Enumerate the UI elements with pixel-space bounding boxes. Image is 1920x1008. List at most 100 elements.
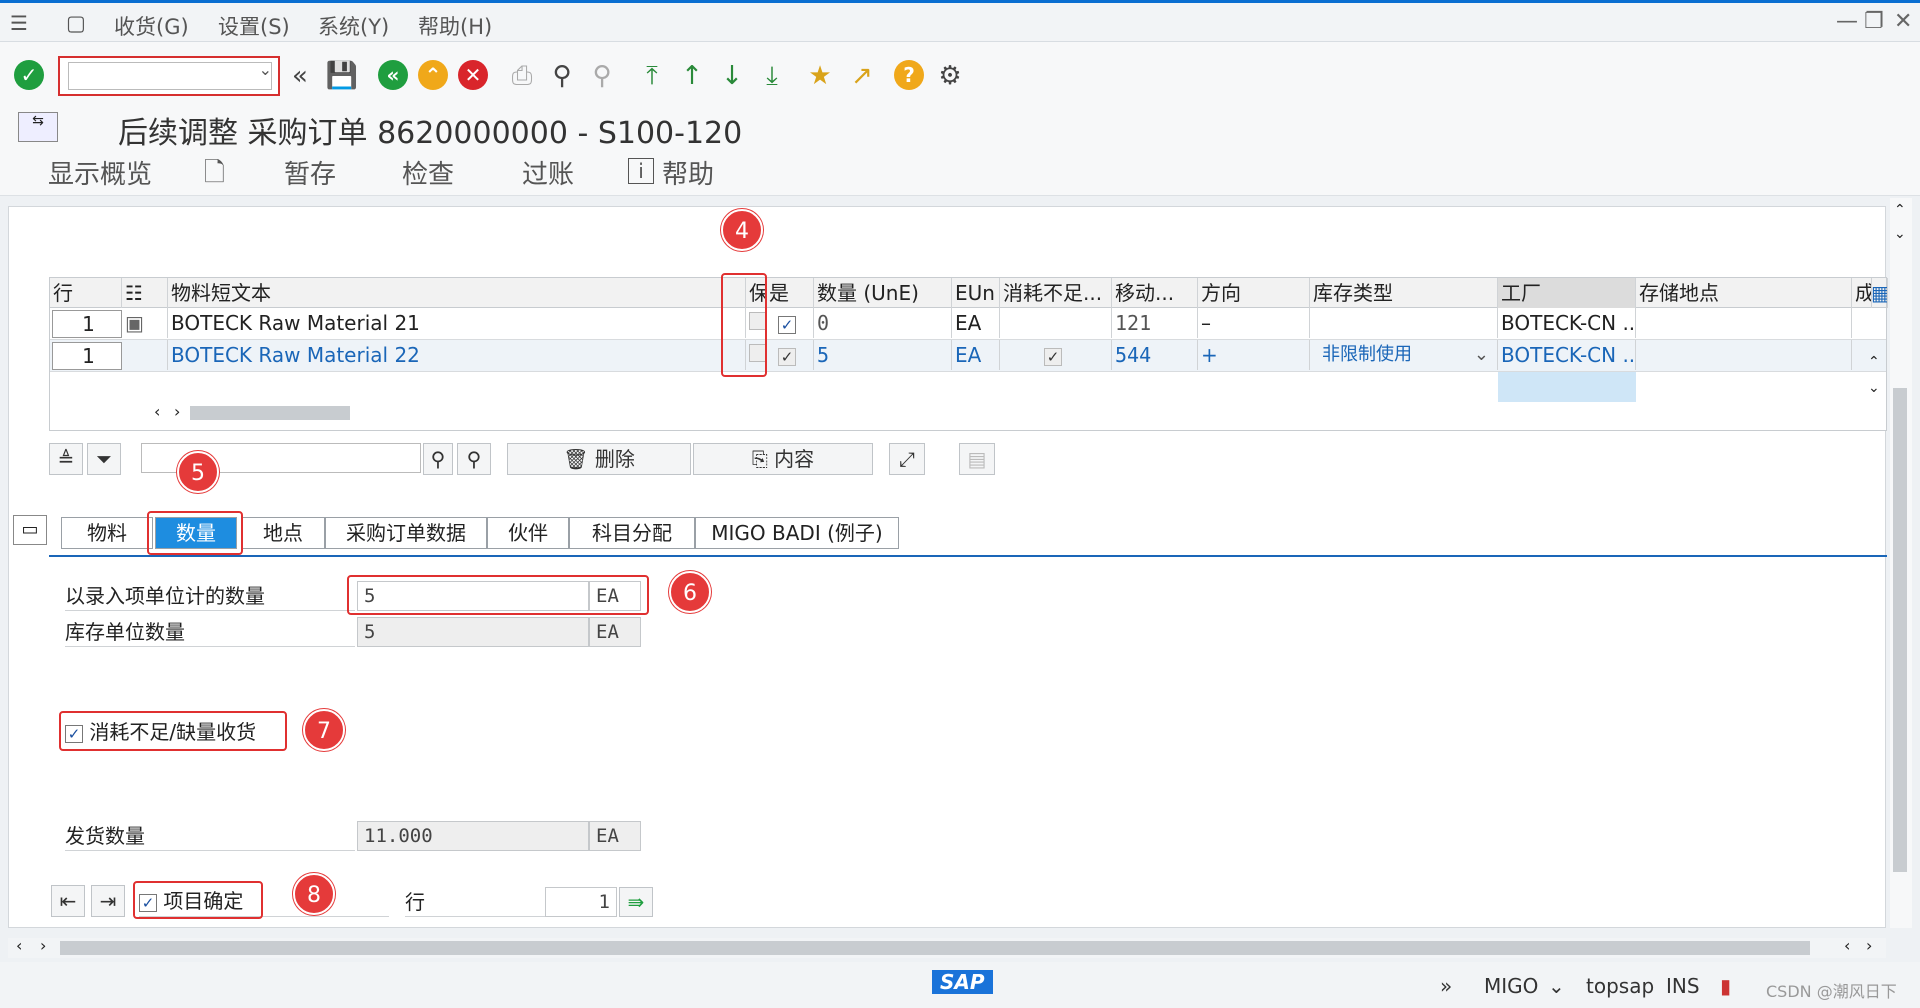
info-icon[interactable]: i (628, 158, 654, 184)
hierarchy-icon[interactable]: ⇆ (18, 112, 58, 142)
cancel-icon[interactable]: ✕ (458, 60, 488, 90)
line-input[interactable]: 1 (545, 887, 617, 917)
next-item-icon[interactable]: ⇥ (91, 885, 125, 917)
command-field[interactable]: ⌄ (58, 56, 280, 96)
menu-system[interactable]: 系统(Y) (318, 11, 389, 41)
post-button[interactable]: 过账 (522, 154, 574, 191)
help-icon[interactable]: ? (894, 60, 924, 90)
scroll-up-icon[interactable]: ⌃ (1868, 354, 1880, 370)
fullscreen-icon[interactable]: ⤢ (889, 443, 925, 475)
last-page-icon[interactable]: ⤓ (756, 60, 788, 92)
create-session-icon[interactable]: ★ (804, 60, 836, 92)
exit-icon[interactable]: ⌃ (418, 60, 448, 90)
chevron-down-icon[interactable]: ⌄ (1548, 974, 1565, 998)
hold-button[interactable]: 暂存 (284, 154, 336, 191)
row-movement: 121 (1112, 308, 1198, 338)
print-icon[interactable]: ⎙ (506, 60, 538, 92)
contents-button[interactable]: ⎘ 内容 (693, 443, 873, 475)
delete-button[interactable]: 🗑 删除 (507, 443, 691, 475)
find-next-icon[interactable]: ⚲ (586, 60, 618, 92)
previous-item-icon[interactable]: ⇤ (51, 885, 85, 917)
scroll-left-icon[interactable]: ‹ (154, 402, 160, 421)
tab-po-data[interactable]: 采购订单数据 (325, 517, 487, 549)
row-detail-icon[interactable]: ▣ (122, 308, 168, 338)
find-next-icon[interactable]: ⚲ (457, 443, 491, 475)
enter-check-icon[interactable]: ✓ (14, 60, 44, 90)
col-underdelivery[interactable]: 消耗不足... (1000, 278, 1112, 308)
filter-icon[interactable]: ⏷ (87, 443, 121, 475)
close-window-icon[interactable]: ✕ (1894, 9, 1912, 34)
col-storage-location[interactable]: 存储地点 (1636, 278, 1852, 308)
save-icon[interactable]: 💾 (326, 60, 358, 92)
menu-icon[interactable]: ☰ (10, 11, 28, 35)
grid-horizontal-scrollbar[interactable] (190, 406, 350, 420)
first-page-icon[interactable]: ⤒ (636, 60, 668, 92)
grid-layout-icon[interactable]: ☷ (122, 278, 168, 308)
menu-help[interactable]: 帮助(H) (418, 11, 492, 41)
vertical-scrollbar[interactable]: ⌃ ⌄ (1890, 198, 1912, 928)
tab-migo-badi[interactable]: MIGO BADI (例子) (695, 517, 899, 549)
col-material-text[interactable]: 物料短文本 (168, 278, 746, 308)
align-top-icon[interactable]: ≜ (49, 443, 83, 475)
row-line-number: 1 (52, 310, 122, 338)
command-input[interactable] (68, 62, 272, 90)
minimize-icon[interactable]: — (1836, 9, 1858, 34)
row-stock-type-select[interactable]: 非限制使用 ⌄ (1310, 340, 1498, 370)
back-icon[interactable]: « (378, 60, 408, 90)
scroll-right-icon[interactable]: › (40, 936, 46, 955)
restore-icon[interactable]: ❐ (1864, 9, 1884, 34)
gear-icon[interactable]: ⚙ (934, 60, 966, 92)
scroll-left-icon[interactable]: ‹ (1844, 936, 1850, 955)
row-underdelivery-checkbox[interactable]: ✓ (1000, 340, 1112, 370)
chevron-down-icon[interactable]: ⌄ (1474, 340, 1489, 370)
tab-menu-icon[interactable]: ▭ (13, 515, 47, 545)
check-button[interactable]: 检查 (402, 154, 454, 191)
col-line[interactable]: 行 (50, 278, 122, 308)
delivery-qty-value: 11.000 (357, 821, 589, 851)
layout-icon[interactable]: ▢ (66, 11, 86, 35)
find-icon[interactable]: ⚲ (423, 443, 453, 475)
row-detail-icon[interactable] (122, 340, 168, 370)
menu-goods-receipt[interactable]: 收货(G) (114, 11, 189, 41)
col-movement[interactable]: 移动... (1112, 278, 1198, 308)
scroll-left-icon[interactable]: ‹ (16, 936, 22, 955)
scroll-up-icon[interactable]: ⌃ (1894, 202, 1906, 218)
chevron-down-icon[interactable]: ⌄ (259, 60, 272, 79)
column-settings-icon[interactable]: ▦ (1868, 278, 1888, 308)
col-stock-type[interactable]: 库存类型 (1310, 278, 1498, 308)
document-icon[interactable]: ▤ (959, 443, 995, 475)
find-icon[interactable]: ⚲ (546, 60, 578, 92)
vertical-scroll-thumb[interactable] (1893, 388, 1907, 872)
col-direction[interactable]: 方向 (1198, 278, 1310, 308)
previous-page-icon[interactable]: ↑ (676, 60, 708, 92)
go-to-line-icon[interactable]: ⇛ (619, 887, 653, 917)
scroll-down-icon[interactable]: ⌄ (1868, 380, 1880, 396)
scroll-right-icon[interactable]: › (174, 402, 180, 421)
tab-underline (49, 555, 1887, 557)
row-yes-checkbox[interactable]: ✓ (766, 308, 814, 338)
scroll-down-icon[interactable]: ⌄ (1894, 226, 1906, 242)
double-chevron-left-icon[interactable]: « (284, 60, 316, 92)
scroll-right-icon[interactable]: › (1866, 936, 1872, 955)
horizontal-scroll-thumb[interactable] (60, 941, 1810, 955)
row-yes-checkbox[interactable]: ✓ (766, 340, 814, 370)
tab-where[interactable]: 地点 (241, 517, 325, 549)
table-row[interactable]: 1 ▣ BOTECK Raw Material 21 ✓ 0 EA 121 – … (50, 308, 1886, 340)
col-plant[interactable]: 工厂 (1498, 278, 1636, 308)
trash-icon: 🗑 (563, 447, 589, 471)
col-quantity[interactable]: 数量 (UnE) (814, 278, 952, 308)
horizontal-scrollbar[interactable]: ‹ › ‹ › (8, 936, 1886, 958)
tab-partner[interactable]: 伙伴 (487, 517, 569, 549)
tab-material[interactable]: 物料 (61, 517, 153, 549)
double-chevron-right-icon[interactable]: » (1440, 974, 1452, 998)
tab-account-assignment[interactable]: 科目分配 (569, 517, 695, 549)
shortcut-icon[interactable]: ↗ (846, 60, 878, 92)
new-document-icon[interactable]: 🗋 (204, 154, 225, 198)
show-overview-button[interactable]: 显示概览 (48, 154, 152, 191)
col-yes[interactable]: 是 (766, 278, 814, 308)
menu-settings[interactable]: 设置(S) (218, 11, 290, 41)
table-row[interactable]: 1 BOTECK Raw Material 22 ✓ 5 EA ✓ 544 + … (50, 340, 1886, 372)
help-button[interactable]: 帮助 (662, 154, 714, 191)
col-unit[interactable]: EUn (952, 278, 1000, 308)
next-page-icon[interactable]: ↓ (716, 60, 748, 92)
